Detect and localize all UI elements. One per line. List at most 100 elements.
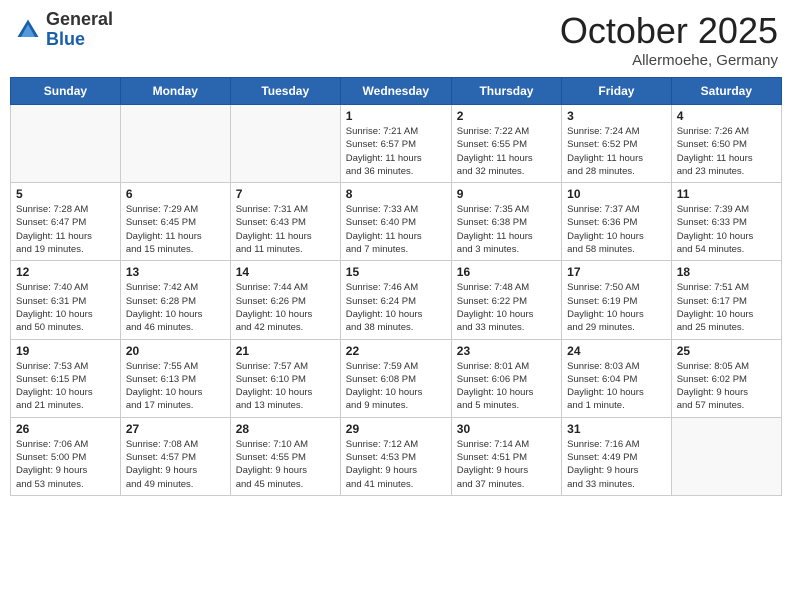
day-number: 15 bbox=[346, 265, 446, 279]
calendar-cell: 5Sunrise: 7:28 AM Sunset: 6:47 PM Daylig… bbox=[11, 183, 121, 261]
day-info: Sunrise: 7:06 AM Sunset: 5:00 PM Dayligh… bbox=[16, 438, 115, 491]
day-number: 30 bbox=[457, 422, 556, 436]
day-number: 20 bbox=[126, 344, 225, 358]
day-number: 9 bbox=[457, 187, 556, 201]
day-info: Sunrise: 7:48 AM Sunset: 6:22 PM Dayligh… bbox=[457, 281, 556, 334]
weekday-header: Saturday bbox=[671, 78, 781, 105]
calendar-cell bbox=[671, 417, 781, 495]
calendar-cell: 22Sunrise: 7:59 AM Sunset: 6:08 PM Dayli… bbox=[340, 339, 451, 417]
calendar-cell: 17Sunrise: 7:50 AM Sunset: 6:19 PM Dayli… bbox=[562, 261, 672, 339]
day-number: 12 bbox=[16, 265, 115, 279]
calendar-cell: 8 Sunrise: 7:33 AM Sunset: 6:40 PM Daylig… bbox=[340, 183, 451, 261]
weekday-header: Wednesday bbox=[340, 78, 451, 105]
weekday-header: Friday bbox=[562, 78, 672, 105]
day-number: 5 bbox=[16, 187, 115, 201]
day-info: Sunrise: 7:40 AM Sunset: 6:31 PM Dayligh… bbox=[16, 281, 115, 334]
weekday-header: Thursday bbox=[451, 78, 561, 105]
day-info: Sunrise: 7:08 AM Sunset: 4:57 PM Dayligh… bbox=[126, 438, 225, 491]
calendar-cell bbox=[120, 105, 230, 183]
day-number: 26 bbox=[16, 422, 115, 436]
day-info: Sunrise: 7:12 AM Sunset: 4:53 PM Dayligh… bbox=[346, 438, 446, 491]
day-info: Sunrise: 7:10 AM Sunset: 4:55 PM Dayligh… bbox=[236, 438, 335, 491]
calendar-cell: 11 Sunrise: 7:39 AM Sunset: 6:33 PM Dayli… bbox=[671, 183, 781, 261]
calendar-cell: 6 Sunrise: 7:29 AM Sunset: 6:45 PM Daylig… bbox=[120, 183, 230, 261]
day-number: 21 bbox=[236, 344, 335, 358]
calendar-cell: 20Sunrise: 7:55 AM Sunset: 6:13 PM Dayli… bbox=[120, 339, 230, 417]
logo-icon bbox=[14, 16, 42, 44]
calendar-cell: 2Sunrise: 7:22 AM Sunset: 6:55 PM Daylig… bbox=[451, 105, 561, 183]
day-number: 13 bbox=[126, 265, 225, 279]
day-info: Sunrise: 8:03 AM Sunset: 6:04 PM Dayligh… bbox=[567, 360, 666, 413]
day-info: Sunrise: 7:35 AM Sunset: 6:38 PM Dayligh… bbox=[457, 203, 556, 256]
calendar-cell: 19 Sunrise: 7:53 AM Sunset: 6:15 PM Dayli… bbox=[11, 339, 121, 417]
day-number: 23 bbox=[457, 344, 556, 358]
day-info: Sunrise: 8:01 AM Sunset: 6:06 PM Dayligh… bbox=[457, 360, 556, 413]
day-number: 19 bbox=[16, 344, 115, 358]
calendar-cell: 23 Sunrise: 8:01 AM Sunset: 6:06 PM Dayli… bbox=[451, 339, 561, 417]
calendar-cell: 12 Sunrise: 7:40 AM Sunset: 6:31 PM Dayli… bbox=[11, 261, 121, 339]
day-number: 7 bbox=[236, 187, 335, 201]
calendar-cell: 14 Sunrise: 7:44 AM Sunset: 6:26 PM Dayli… bbox=[230, 261, 340, 339]
weekday-header: Monday bbox=[120, 78, 230, 105]
calendar-cell: 7 Sunrise: 7:31 AM Sunset: 6:43 PM Daylig… bbox=[230, 183, 340, 261]
day-info: Sunrise: 7:50 AM Sunset: 6:19 PM Dayligh… bbox=[567, 281, 666, 334]
calendar-cell bbox=[11, 105, 121, 183]
calendar-cell: 27Sunrise: 7:08 AM Sunset: 4:57 PM Dayli… bbox=[120, 417, 230, 495]
day-info: Sunrise: 7:44 AM Sunset: 6:26 PM Dayligh… bbox=[236, 281, 335, 334]
day-number: 16 bbox=[457, 265, 556, 279]
day-info: Sunrise: 7:29 AM Sunset: 6:45 PM Dayligh… bbox=[126, 203, 225, 256]
title-block: October 2025 Allermoehe, Germany bbox=[560, 10, 778, 69]
weekday-header: Tuesday bbox=[230, 78, 340, 105]
day-info: Sunrise: 7:37 AM Sunset: 6:36 PM Dayligh… bbox=[567, 203, 666, 256]
calendar-cell: 24 Sunrise: 8:03 AM Sunset: 6:04 PM Dayli… bbox=[562, 339, 672, 417]
calendar-week-row: 1 Sunrise: 7:21 AM Sunset: 6:57 PM Daylig… bbox=[11, 105, 782, 183]
calendar-cell bbox=[230, 105, 340, 183]
day-info: Sunrise: 7:51 AM Sunset: 6:17 PM Dayligh… bbox=[677, 281, 776, 334]
day-info: Sunrise: 7:26 AM Sunset: 6:50 PM Dayligh… bbox=[677, 125, 776, 178]
calendar-cell: 18 Sunrise: 7:51 AM Sunset: 6:17 PM Dayli… bbox=[671, 261, 781, 339]
calendar-week-row: 5Sunrise: 7:28 AM Sunset: 6:47 PM Daylig… bbox=[11, 183, 782, 261]
day-info: Sunrise: 7:39 AM Sunset: 6:33 PM Dayligh… bbox=[677, 203, 776, 256]
calendar-cell: 21 Sunrise: 7:57 AM Sunset: 6:10 PM Dayli… bbox=[230, 339, 340, 417]
day-number: 25 bbox=[677, 344, 776, 358]
day-info: Sunrise: 7:46 AM Sunset: 6:24 PM Dayligh… bbox=[346, 281, 446, 334]
day-info: Sunrise: 7:59 AM Sunset: 6:08 PM Dayligh… bbox=[346, 360, 446, 413]
day-info: Sunrise: 7:31 AM Sunset: 6:43 PM Dayligh… bbox=[236, 203, 335, 256]
calendar-cell: 31Sunrise: 7:16 AM Sunset: 4:49 PM Dayli… bbox=[562, 417, 672, 495]
day-number: 2 bbox=[457, 109, 556, 123]
day-info: Sunrise: 7:53 AM Sunset: 6:15 PM Dayligh… bbox=[16, 360, 115, 413]
day-number: 14 bbox=[236, 265, 335, 279]
day-info: Sunrise: 7:24 AM Sunset: 6:52 PM Dayligh… bbox=[567, 125, 666, 178]
day-number: 8 bbox=[346, 187, 446, 201]
calendar-cell: 10 Sunrise: 7:37 AM Sunset: 6:36 PM Dayli… bbox=[562, 183, 672, 261]
page-header: General Blue October 2025 Allermoehe, Ge… bbox=[10, 10, 782, 69]
day-number: 24 bbox=[567, 344, 666, 358]
day-number: 6 bbox=[126, 187, 225, 201]
day-number: 4 bbox=[677, 109, 776, 123]
day-number: 29 bbox=[346, 422, 446, 436]
weekday-header-row: SundayMondayTuesdayWednesdayThursdayFrid… bbox=[11, 78, 782, 105]
day-number: 11 bbox=[677, 187, 776, 201]
calendar-cell: 29 Sunrise: 7:12 AM Sunset: 4:53 PM Dayli… bbox=[340, 417, 451, 495]
calendar-table: SundayMondayTuesdayWednesdayThursdayFrid… bbox=[10, 77, 782, 496]
calendar-cell: 13Sunrise: 7:42 AM Sunset: 6:28 PM Dayli… bbox=[120, 261, 230, 339]
calendar-cell: 4 Sunrise: 7:26 AM Sunset: 6:50 PM Daylig… bbox=[671, 105, 781, 183]
day-number: 1 bbox=[346, 109, 446, 123]
day-info: Sunrise: 8:05 AM Sunset: 6:02 PM Dayligh… bbox=[677, 360, 776, 413]
calendar-cell: 15 Sunrise: 7:46 AM Sunset: 6:24 PM Dayli… bbox=[340, 261, 451, 339]
logo-text: General Blue bbox=[46, 10, 113, 50]
day-number: 10 bbox=[567, 187, 666, 201]
day-number: 28 bbox=[236, 422, 335, 436]
day-number: 18 bbox=[677, 265, 776, 279]
calendar-cell: 26 Sunrise: 7:06 AM Sunset: 5:00 PM Dayli… bbox=[11, 417, 121, 495]
calendar-cell: 1 Sunrise: 7:21 AM Sunset: 6:57 PM Daylig… bbox=[340, 105, 451, 183]
calendar-week-row: 19 Sunrise: 7:53 AM Sunset: 6:15 PM Dayli… bbox=[11, 339, 782, 417]
day-number: 3 bbox=[567, 109, 666, 123]
calendar-cell: 3 Sunrise: 7:24 AM Sunset: 6:52 PM Daylig… bbox=[562, 105, 672, 183]
calendar-cell: 9 Sunrise: 7:35 AM Sunset: 6:38 PM Daylig… bbox=[451, 183, 561, 261]
calendar-cell: 25 Sunrise: 8:05 AM Sunset: 6:02 PM Dayli… bbox=[671, 339, 781, 417]
day-info: Sunrise: 7:57 AM Sunset: 6:10 PM Dayligh… bbox=[236, 360, 335, 413]
day-info: Sunrise: 7:33 AM Sunset: 6:40 PM Dayligh… bbox=[346, 203, 446, 256]
day-info: Sunrise: 7:14 AM Sunset: 4:51 PM Dayligh… bbox=[457, 438, 556, 491]
day-info: Sunrise: 7:21 AM Sunset: 6:57 PM Dayligh… bbox=[346, 125, 446, 178]
